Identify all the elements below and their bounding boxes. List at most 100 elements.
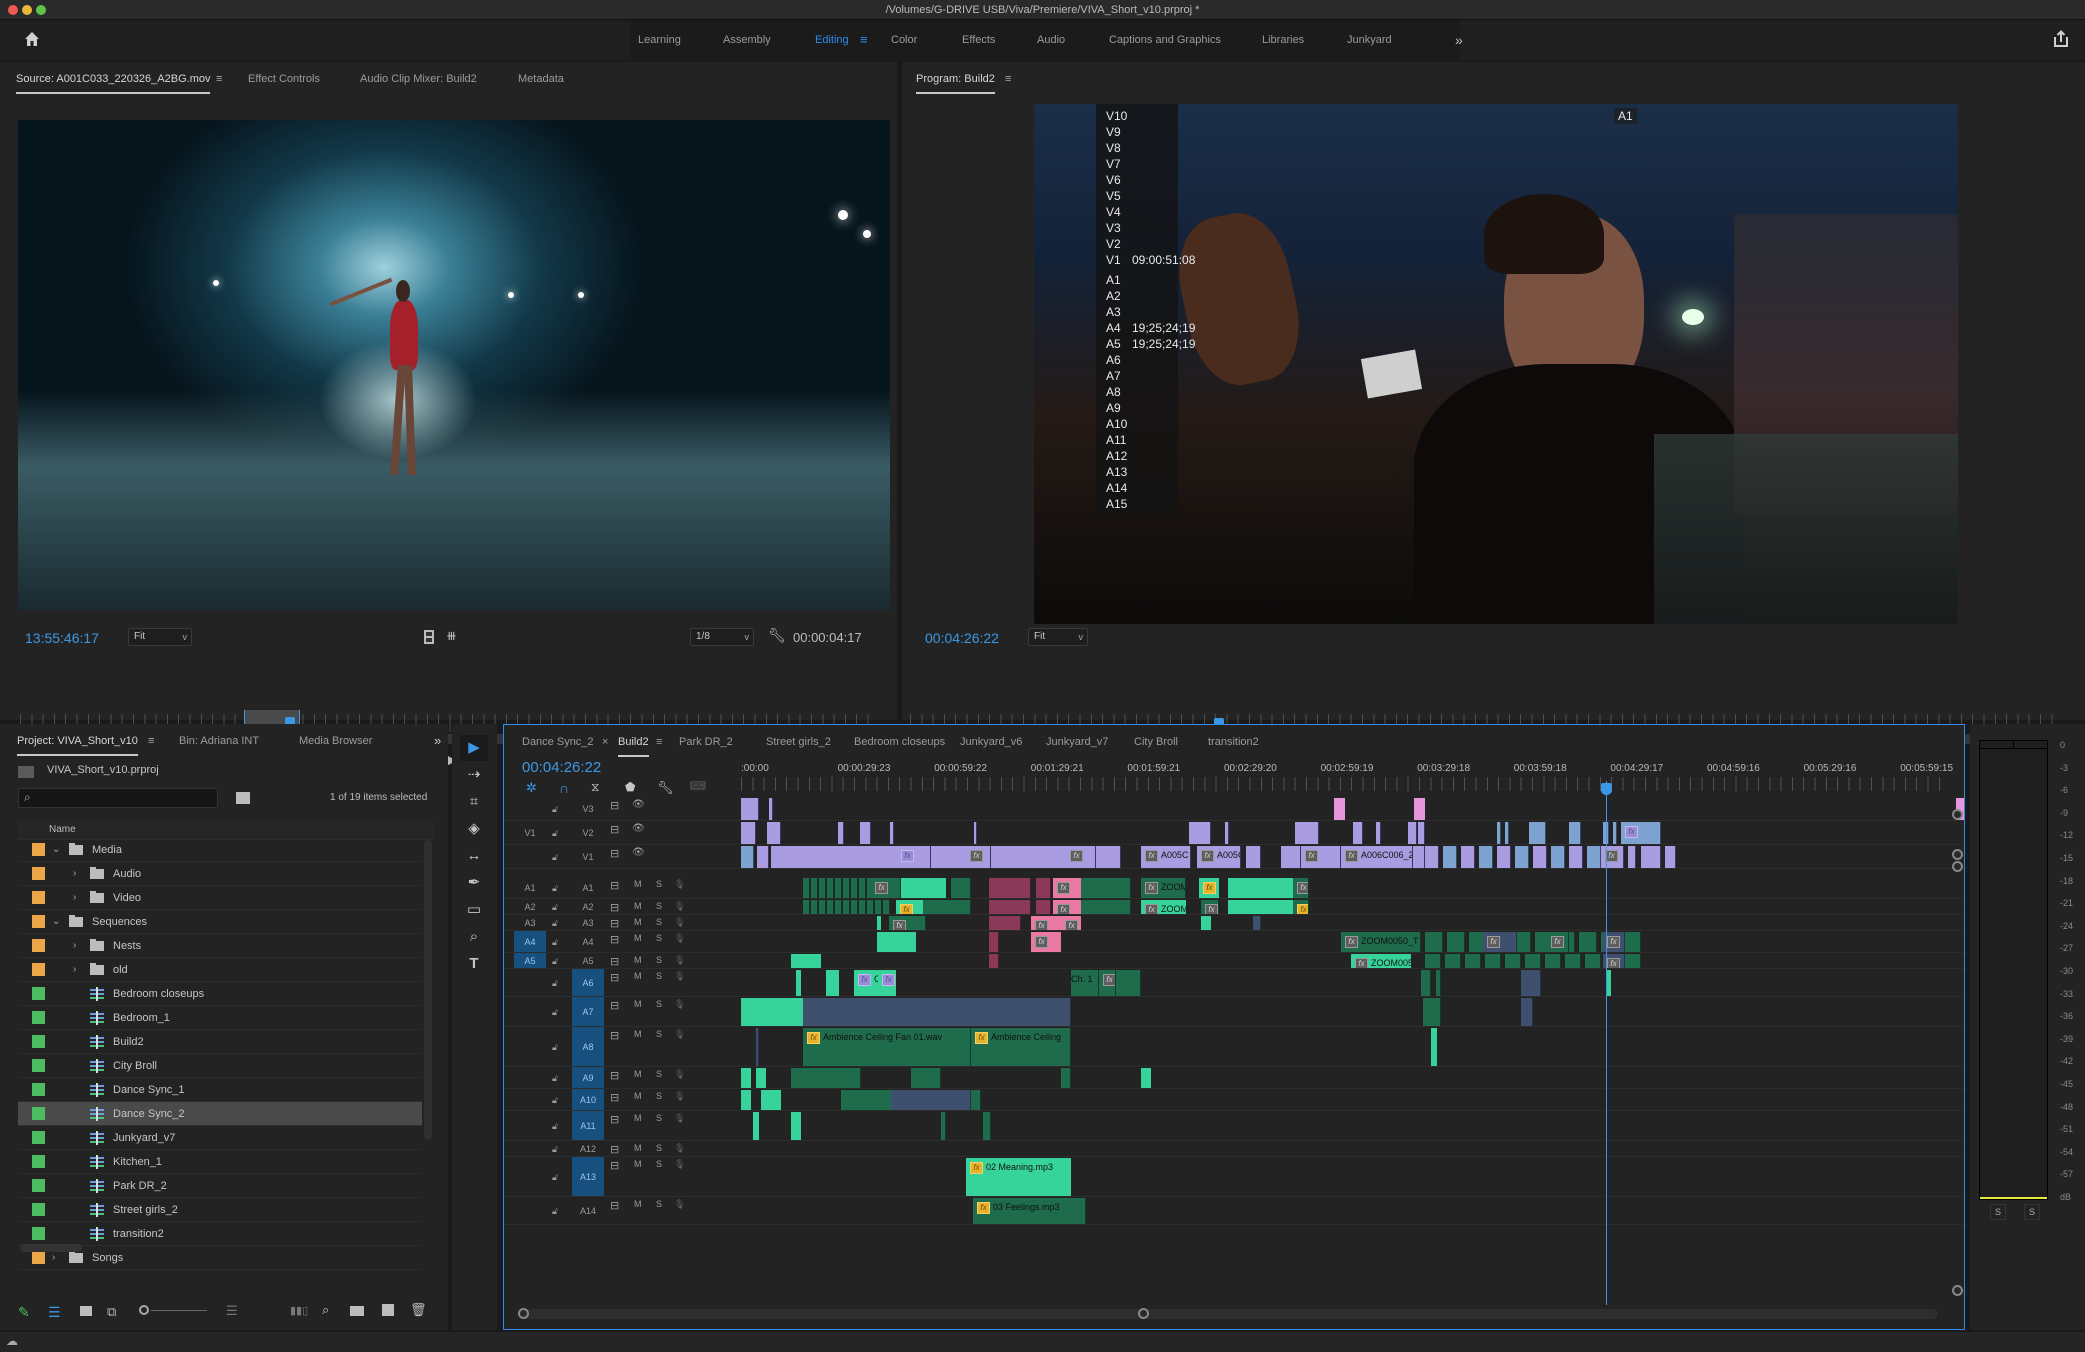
label-color-swatch[interactable]: [32, 867, 45, 880]
solo-track-button[interactable]: S: [656, 933, 662, 943]
timeline-clip[interactable]: [741, 998, 803, 1026]
timeline-clip[interactable]: [1445, 954, 1461, 968]
solo-track-button[interactable]: S: [656, 1159, 662, 1169]
tab-project[interactable]: Project: VIVA_Short_v10: [17, 724, 138, 758]
timeline-clip[interactable]: [835, 900, 842, 914]
timeline-clip[interactable]: [827, 878, 834, 898]
source-timecode[interactable]: 13:55:46:17: [25, 630, 99, 646]
lock-track-icon[interactable]: 🔓︎: [552, 821, 558, 845]
timeline-clip[interactable]: [753, 1112, 759, 1140]
program-zoom-dropdown[interactable]: Fit v: [1028, 628, 1088, 646]
timeline-clip[interactable]: fxZOOM0050: [1351, 954, 1411, 968]
source-patch[interactable]: [514, 797, 546, 820]
drag-video-only-icon[interactable]: [423, 630, 437, 644]
project-folder-row[interactable]: › Video: [18, 886, 422, 910]
project-sequence-row[interactable]: Dance Sync_1: [18, 1078, 422, 1102]
timeline-clip[interactable]: [867, 900, 874, 914]
mute-track-button[interactable]: M: [634, 1199, 642, 1209]
timeline-clip[interactable]: [1081, 878, 1131, 898]
label-color-swatch[interactable]: [32, 1011, 45, 1024]
source-patch[interactable]: V1: [514, 821, 546, 844]
solo-track-button[interactable]: S: [656, 1069, 662, 1079]
timeline-clip[interactable]: [791, 954, 821, 968]
workspace-menu-icon[interactable]: ≡: [860, 20, 868, 60]
timeline-clip[interactable]: fx: [897, 846, 931, 868]
source-patch[interactable]: [514, 845, 546, 868]
workspace-color[interactable]: Color: [891, 20, 917, 60]
project-folder-row[interactable]: ⌄ Media: [18, 838, 422, 862]
timeline-clip[interactable]: [1225, 822, 1229, 844]
timeline-clip[interactable]: [843, 878, 850, 898]
track-target-toggle[interactable]: A11: [572, 1111, 604, 1140]
mute-track-button[interactable]: M: [634, 1069, 642, 1079]
timeline-clip[interactable]: [883, 900, 890, 914]
timeline-clip[interactable]: [1423, 998, 1441, 1026]
snap-magnet-icon[interactable]: ∩: [559, 780, 569, 796]
timeline-clip[interactable]: [761, 1090, 781, 1110]
source-patch[interactable]: A2: [514, 899, 546, 914]
name-column-header[interactable]: Name: [49, 824, 76, 835]
solo-track-button[interactable]: S: [656, 917, 662, 927]
new-item-icon[interactable]: [382, 1304, 394, 1316]
timeline-clip[interactable]: [891, 1090, 971, 1110]
label-color-swatch[interactable]: [32, 1059, 45, 1072]
sync-lock-icon[interactable]: ⊟: [610, 879, 619, 892]
workspace-learning[interactable]: Learning: [638, 20, 681, 60]
solo-track-button[interactable]: S: [656, 1143, 662, 1153]
sync-lock-icon[interactable]: ⊟: [610, 1069, 619, 1082]
home-icon[interactable]: [24, 31, 40, 47]
timeline-clip[interactable]: fx: [1053, 878, 1081, 898]
timeline-timecode[interactable]: 00:04:26:22: [522, 759, 601, 776]
add-marker-icon[interactable]: ⬟: [625, 780, 635, 794]
source-patch[interactable]: [514, 1027, 546, 1066]
timeline-clip[interactable]: [1425, 932, 1443, 952]
timeline-clip[interactable]: [1628, 846, 1636, 868]
timeline-clip[interactable]: [1376, 822, 1381, 844]
sync-lock-icon[interactable]: ⊟: [610, 955, 619, 968]
timeline-tab[interactable]: Street girls_2: [766, 725, 831, 759]
timeline-clip[interactable]: fx Ambience Ceiling Fan 01.wav: [803, 1028, 971, 1066]
timeline-clip[interactable]: fx: [1547, 932, 1569, 952]
timeline-clip[interactable]: fxZOOM: [1201, 900, 1219, 914]
zoom-slider[interactable]: [139, 1305, 207, 1316]
solo-track-button[interactable]: S: [656, 879, 662, 889]
voiceover-record-icon[interactable]: 🎙︎: [674, 879, 685, 890]
timeline-clip[interactable]: [1665, 846, 1676, 868]
solo-right-button[interactable]: S: [2024, 1204, 2040, 1220]
lock-track-icon[interactable]: 🔓︎: [552, 931, 558, 953]
voiceover-record-icon[interactable]: 🎙︎: [674, 1069, 685, 1080]
lock-track-icon[interactable]: 🔓︎: [552, 953, 558, 969]
timeline-clip[interactable]: [1505, 954, 1521, 968]
timeline-clip[interactable]: [1585, 954, 1601, 968]
razor-tool-icon[interactable]: ◈: [460, 816, 488, 842]
track-target-toggle[interactable]: A7: [572, 997, 604, 1026]
timeline-clip[interactable]: [767, 822, 781, 844]
voiceover-record-icon[interactable]: 🎙︎: [674, 1143, 685, 1154]
timeline-clip[interactable]: [1061, 1068, 1071, 1088]
timeline-clip[interactable]: [1447, 932, 1465, 952]
toggle-output-eye-icon[interactable]: 👁︎: [632, 799, 645, 810]
drag-audio-only-icon[interactable]: ⧻: [446, 628, 457, 644]
label-color-swatch[interactable]: [32, 1035, 45, 1048]
timeline-clip[interactable]: [791, 1068, 861, 1088]
timeline-clip[interactable]: [989, 954, 999, 968]
new-bin-icon[interactable]: [350, 1306, 364, 1316]
project-sequence-row[interactable]: Park DR_2: [18, 1174, 422, 1198]
voiceover-record-icon[interactable]: 🎙︎: [674, 999, 685, 1010]
timeline-clip[interactable]: [1081, 900, 1131, 914]
captions-icon[interactable]: CC: [690, 781, 706, 790]
source-patch[interactable]: [514, 1111, 546, 1140]
solo-track-button[interactable]: S: [656, 1091, 662, 1101]
chevron-right-icon[interactable]: ›: [73, 934, 76, 958]
solo-track-button[interactable]: S: [656, 999, 662, 1009]
timeline-clip[interactable]: [1551, 846, 1565, 868]
timeline-clip[interactable]: fx A006C006_22: [1341, 846, 1413, 868]
freeform-view-icon[interactable]: ⧉: [107, 1304, 116, 1320]
timeline-clip[interactable]: [989, 900, 1031, 914]
track-target-toggle[interactable]: A2: [572, 899, 604, 914]
timeline-clip[interactable]: fx: [1483, 932, 1517, 952]
more-panels-icon[interactable]: »: [434, 724, 441, 758]
label-color-swatch[interactable]: [32, 939, 45, 952]
timeline-clip[interactable]: [803, 878, 810, 898]
track-target-toggle[interactable]: A3: [572, 915, 604, 930]
